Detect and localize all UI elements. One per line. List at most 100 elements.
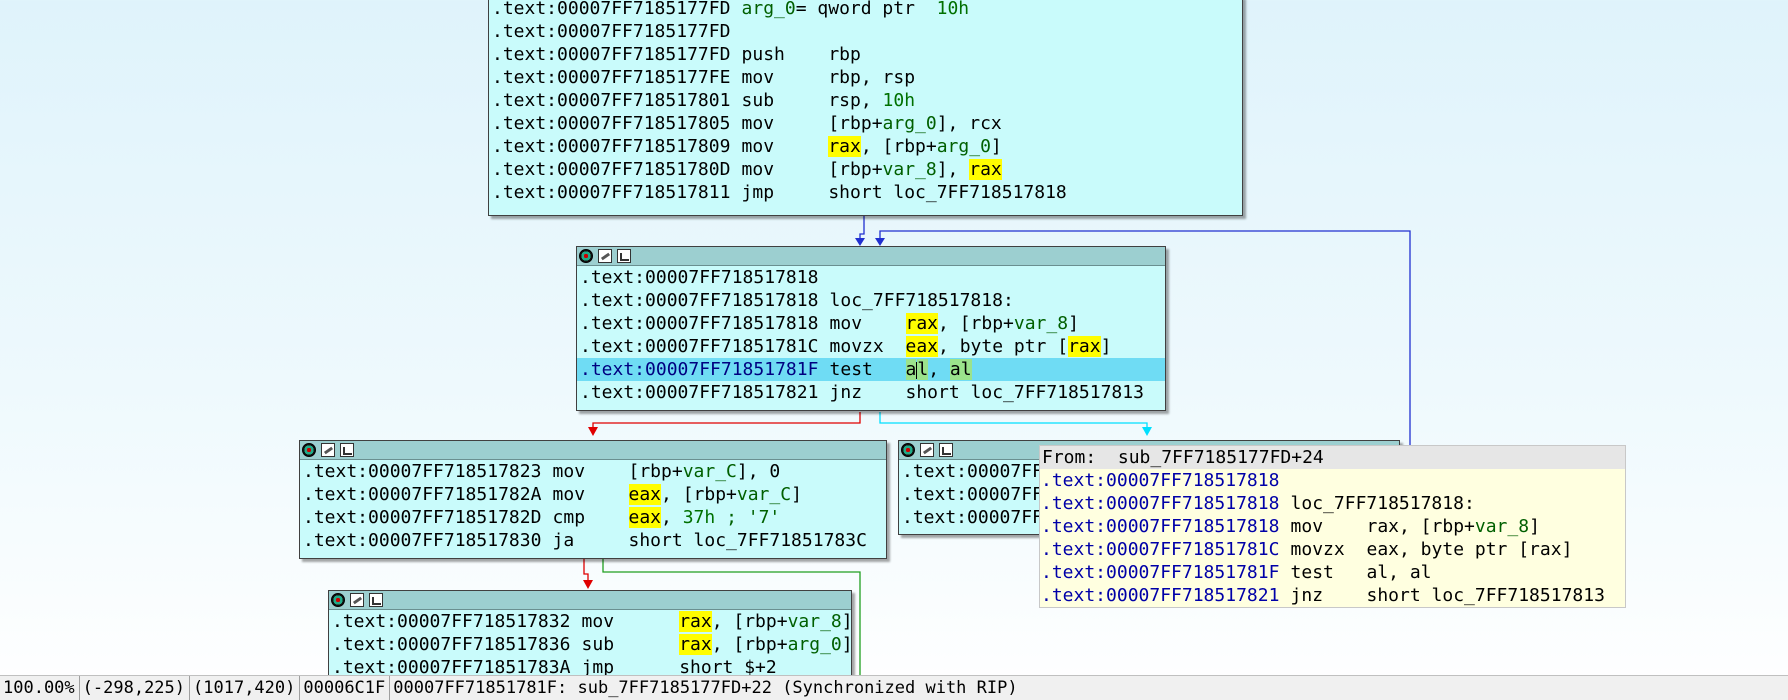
edge-true [879, 412, 1148, 433]
mnemonic: mov [741, 113, 775, 134]
node-graph-icon[interactable] [617, 249, 631, 263]
operand: eax, 37h ; '7' [628, 507, 781, 528]
asm-line[interactable]: .text:00007FF71851782D cmp eax, 37h ; '7' [300, 506, 886, 529]
operand: rbp [828, 44, 861, 65]
xref-tooltip: From: sub_7FF7185177FD+24 .text:00007FF7… [1039, 445, 1626, 608]
address: .text:00007FF718517818 [1041, 470, 1280, 491]
asm-line[interactable]: .text:00007FF71851781C movzx eax, byte ptr… [577, 335, 1165, 358]
node-graph-icon[interactable] [939, 443, 953, 457]
asm-line[interactable]: .text:00007FF718517832 mov rax, [rbp+var_8… [329, 610, 853, 633]
address: .text:00007FF71851781C [1041, 539, 1280, 560]
address: .text:00007FF718517811 [492, 182, 731, 203]
address: .text:00007FF [902, 461, 1043, 482]
operand: eax, [rbp+var_C] [628, 484, 802, 505]
edge-false [592, 412, 861, 433]
mnemonic: ja [552, 530, 575, 551]
asm-line[interactable]: .text:00007FF71851781F test al, al [577, 358, 1165, 381]
asm-line[interactable]: .text:00007FF7185177FE mov rbp, rsp [489, 66, 1242, 89]
operand: rax, [rbp+var_8] [905, 313, 1079, 334]
address: .text:00007FF71851782A [303, 484, 542, 505]
node-rename-icon[interactable] [321, 443, 335, 457]
label-text: arg_0= qword ptr 10h [741, 0, 970, 19]
address: .text:00007FF718517818 [580, 267, 819, 288]
mnemonic: movzx [1290, 539, 1345, 560]
node-graph-icon[interactable] [340, 443, 354, 457]
address: .text:00007FF718517818 [1041, 493, 1280, 514]
asm-line[interactable]: .text:00007FF718517818 loc_7FF718517818: [577, 289, 1165, 312]
tooltip-line: .text:00007FF718517818 mov rax, [rbp+var_8… [1040, 515, 1625, 538]
operand: rax, [rbp+arg_0] [828, 136, 1002, 157]
tooltip-line: .text:00007FF71851781F test al, al [1040, 561, 1625, 584]
node-color-icon[interactable] [302, 443, 316, 457]
asm-line[interactable]: .text:00007FF718517836 sub rax, [rbp+arg_0… [329, 633, 853, 656]
operand: short loc_7FF718517813 [905, 382, 1144, 403]
mnemonic: mov [552, 484, 586, 505]
node-color-icon[interactable] [579, 249, 593, 263]
graph-node-loop-check[interactable]: .text:00007FF718517818 .text:00007FF71851… [576, 246, 1166, 411]
asm-line[interactable]: .text:00007FF7185177FD arg_0= qword ptr 1… [489, 0, 1242, 20]
mnemonic: mov [1290, 516, 1324, 537]
operand: [rbp+var_C], 0 [628, 461, 781, 482]
mnemonic: jmp [741, 182, 775, 203]
operand: [rbp+var_8], rax [828, 159, 1002, 180]
label-text: loc_7FF718517818: [1290, 493, 1475, 514]
node-rename-icon[interactable] [350, 593, 364, 607]
node-color-icon[interactable] [901, 443, 915, 457]
mnemonic: push [741, 44, 785, 65]
address: .text:00007FF718517818 [580, 290, 819, 311]
graph-node-compare[interactable]: .text:00007FF718517823 mov [rbp+var_C], 0.… [299, 440, 887, 559]
graph-node-prologue[interactable]: .text:00007FF7185177FD arg_0= qword ptr 1… [488, 0, 1243, 216]
address: .text:00007FF71851781F [580, 359, 819, 380]
asm-line[interactable]: .text:00007FF718517805 mov [rbp+arg_0], rc… [489, 112, 1242, 135]
operand: [rbp+arg_0], rcx [828, 113, 1002, 134]
operand: rax, [rbp+var_8] [679, 611, 853, 632]
node-color-icon[interactable] [331, 593, 345, 607]
node-header [329, 591, 851, 610]
operand: eax, byte ptr [rax] [905, 336, 1112, 357]
mnemonic: mov [829, 313, 863, 334]
tooltip-line: .text:00007FF71851781C movzx eax, byte ptr… [1040, 538, 1625, 561]
address: .text:00007FF718517809 [492, 136, 731, 157]
node-graph-icon[interactable] [369, 593, 383, 607]
address: .text:00007FF718517821 [1041, 585, 1280, 606]
mnemonic: test [1290, 562, 1334, 583]
node-rename-icon[interactable] [598, 249, 612, 263]
asm-line[interactable]: .text:00007FF7185177FD push rbp [489, 43, 1242, 66]
asm-line[interactable]: .text:00007FF71851780D mov [rbp+var_8], ra… [489, 158, 1242, 181]
address: .text:00007FF718517818 [1041, 516, 1280, 537]
asm-line[interactable]: .text:00007FF718517801 sub rsp, 10h [489, 89, 1242, 112]
tooltip-line: .text:00007FF718517818 loc_7FF718517818: [1040, 492, 1625, 515]
address: .text:00007FF718517821 [580, 382, 819, 403]
address: .text:00007FF7185177FD [492, 0, 731, 19]
operand: rbp, rsp [828, 67, 916, 88]
asm-line[interactable]: .text:00007FF71851782A mov eax, [rbp+var_C… [300, 483, 886, 506]
address: .text:00007FF [902, 507, 1043, 528]
operand: al, al [1366, 562, 1432, 583]
address: .text:00007FF718517823 [303, 461, 542, 482]
asm-line[interactable]: .text:00007FF718517818 [577, 266, 1165, 289]
tooltip-line: .text:00007FF718517821 jnz short loc_7FF71… [1040, 584, 1625, 607]
mnemonic: cmp [552, 507, 586, 528]
asm-line[interactable]: .text:00007FF718517823 mov [rbp+var_C], 0 [300, 460, 886, 483]
asm-line[interactable]: .text:00007FF718517809 mov rax, [rbp+arg_0… [489, 135, 1242, 158]
graph-position: (1017,420) [190, 676, 301, 700]
address: .text:00007FF7185177FD [492, 21, 731, 42]
asm-line[interactable]: .text:00007FF718517811 jmp short loc_7FF71… [489, 181, 1242, 204]
address: .text:00007FF7185177FD [492, 44, 731, 65]
address: .text:00007FF718517836 [332, 634, 571, 655]
asm-line[interactable]: .text:00007FF7185177FD [489, 20, 1242, 43]
mnemonic: sub [741, 90, 775, 111]
asm-line[interactable]: .text:00007FF718517821 jnz short loc_7FF71… [577, 381, 1165, 404]
mnemonic: mov [741, 136, 775, 157]
operand: short loc_7FF71851783C [628, 530, 867, 551]
asm-line[interactable]: .text:00007FF718517830 ja short loc_7FF718… [300, 529, 886, 552]
address: .text:00007FF71851781F [1041, 562, 1280, 583]
address: .text:00007FF718517830 [303, 530, 542, 551]
node-rename-icon[interactable] [920, 443, 934, 457]
operand: short loc_7FF718517813 [1366, 585, 1605, 606]
mnemonic: sub [581, 634, 615, 655]
asm-line[interactable]: .text:00007FF718517818 mov rax, [rbp+var_8… [577, 312, 1165, 335]
operand: rsp, 10h [828, 90, 916, 111]
label-text: loc_7FF718517818: [829, 290, 1014, 311]
address: .text:00007FF718517818 [580, 313, 819, 334]
